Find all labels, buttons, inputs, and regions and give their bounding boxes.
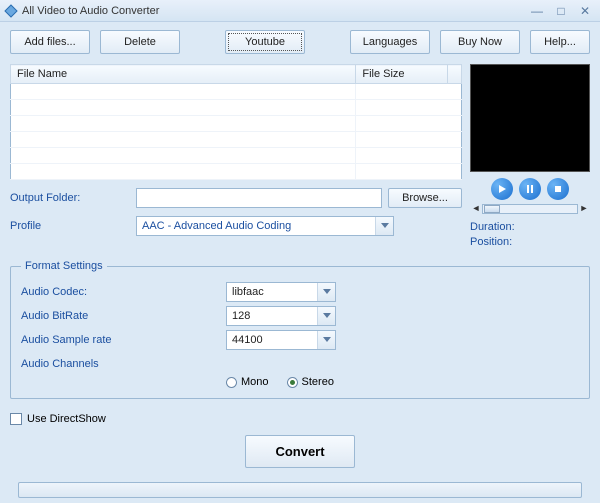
slider-thumb[interactable] bbox=[484, 205, 500, 213]
format-settings-legend: Format Settings bbox=[21, 260, 107, 272]
format-settings-group: Format Settings Audio Codec: libfaac Aud… bbox=[10, 260, 590, 399]
delete-button[interactable]: Delete bbox=[100, 30, 180, 54]
chevron-down-icon[interactable] bbox=[375, 217, 393, 235]
buy-now-button[interactable]: Buy Now bbox=[440, 30, 520, 54]
table-row bbox=[11, 132, 462, 148]
column-file-size[interactable]: File Size bbox=[356, 65, 447, 84]
codec-label: Audio Codec: bbox=[21, 286, 226, 298]
title-bar: All Video to Audio Converter — □ ✕ bbox=[0, 0, 600, 22]
table-row bbox=[11, 84, 462, 100]
slider-left-arrow[interactable]: ◄ bbox=[470, 203, 482, 215]
languages-button[interactable]: Languages bbox=[350, 30, 430, 54]
progress-bar bbox=[18, 482, 582, 498]
table-row bbox=[11, 164, 462, 180]
codec-select[interactable]: libfaac bbox=[226, 282, 336, 302]
channels-label: Audio Channels bbox=[21, 358, 579, 370]
column-file-name[interactable]: File Name bbox=[11, 65, 356, 84]
chevron-down-icon[interactable] bbox=[317, 331, 335, 349]
chevron-down-icon[interactable] bbox=[317, 283, 335, 301]
use-directshow-checkbox[interactable] bbox=[10, 413, 22, 425]
bitrate-label: Audio BitRate bbox=[21, 310, 226, 322]
add-files-button[interactable]: Add files... bbox=[10, 30, 90, 54]
minimize-button[interactable]: — bbox=[526, 3, 548, 19]
table-row bbox=[11, 116, 462, 132]
table-row bbox=[11, 148, 462, 164]
position-slider[interactable]: ◄ ► bbox=[470, 202, 590, 216]
profile-select[interactable]: AAC - Advanced Audio Coding bbox=[136, 216, 394, 236]
maximize-button[interactable]: □ bbox=[550, 3, 572, 19]
sample-rate-label: Audio Sample rate bbox=[21, 334, 226, 346]
profile-value: AAC - Advanced Audio Coding bbox=[137, 220, 375, 232]
close-button[interactable]: ✕ bbox=[574, 3, 596, 19]
stop-button[interactable] bbox=[547, 178, 569, 200]
stereo-radio[interactable]: Stereo bbox=[287, 376, 334, 388]
duration-label: Duration: bbox=[470, 220, 590, 235]
help-button[interactable]: Help... bbox=[530, 30, 590, 54]
bitrate-select[interactable]: 128 bbox=[226, 306, 336, 326]
pause-button[interactable] bbox=[519, 178, 541, 200]
position-label: Position: bbox=[470, 235, 590, 250]
mono-radio[interactable]: Mono bbox=[226, 376, 269, 388]
profile-label: Profile bbox=[10, 220, 130, 232]
file-list-table[interactable]: File Name File Size bbox=[10, 64, 462, 180]
youtube-button[interactable]: Youtube bbox=[225, 30, 305, 54]
output-folder-label: Output Folder: bbox=[10, 192, 130, 204]
play-button[interactable] bbox=[491, 178, 513, 200]
use-directshow-label: Use DirectShow bbox=[27, 413, 106, 425]
window-title: All Video to Audio Converter bbox=[22, 5, 526, 17]
convert-button[interactable]: Convert bbox=[245, 435, 355, 468]
output-folder-input[interactable] bbox=[136, 188, 382, 208]
preview-screen bbox=[470, 64, 590, 172]
toolbar: Add files... Delete Youtube Languages Bu… bbox=[10, 30, 590, 54]
sample-rate-select[interactable]: 44100 bbox=[226, 330, 336, 350]
browse-button[interactable]: Browse... bbox=[388, 188, 462, 208]
app-icon bbox=[4, 4, 18, 18]
table-row bbox=[11, 100, 462, 116]
slider-right-arrow[interactable]: ► bbox=[578, 203, 590, 215]
chevron-down-icon[interactable] bbox=[317, 307, 335, 325]
